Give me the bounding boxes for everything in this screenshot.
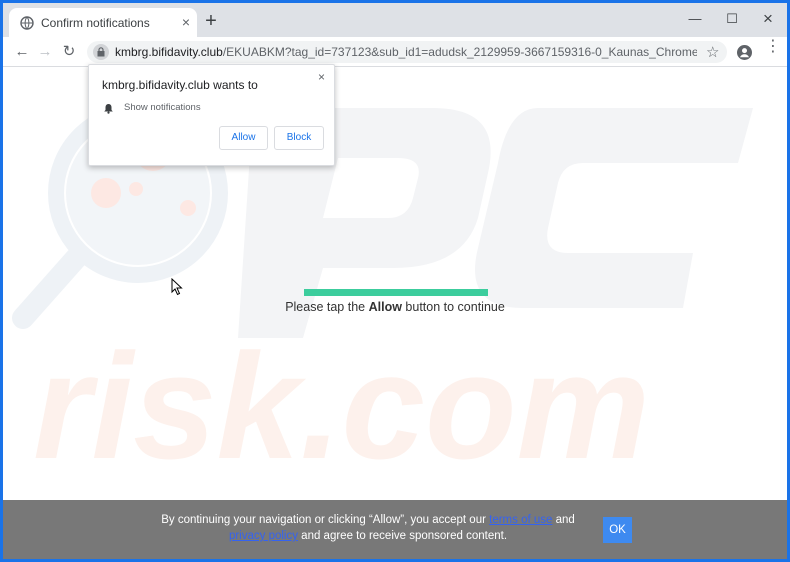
- banner-text-part1: By continuing your navigation or clickin…: [161, 514, 490, 526]
- maximize-button[interactable]: ☐: [721, 9, 743, 29]
- allow-button[interactable]: Allow: [219, 126, 268, 150]
- cursor-icon: [171, 278, 183, 296]
- msg-after: button to continue: [401, 300, 505, 314]
- profile-icon[interactable]: [737, 45, 752, 60]
- popup-title: kmbrg.bifidavity.club wants to: [102, 78, 258, 92]
- bookmark-star-icon[interactable]: ☆: [706, 43, 719, 61]
- msg-bold-allow: Allow: [368, 300, 402, 314]
- minimize-button[interactable]: —: [684, 9, 706, 29]
- banner-text-part2: and: [552, 514, 575, 526]
- url-path: /EKUABKM?tag_id=737123&sub_id1=adudsk_21…: [222, 45, 697, 59]
- progress-bar: [304, 289, 488, 296]
- url-host: kmbrg.bifidavity.club: [115, 45, 223, 59]
- msg-before: Please tap the: [285, 300, 369, 314]
- menu-icon[interactable]: ⋮: [765, 39, 781, 62]
- lock-icon[interactable]: [93, 44, 109, 60]
- permission-label: Show notifications: [124, 102, 201, 113]
- new-tab-button[interactable]: +: [202, 11, 220, 31]
- back-button[interactable]: ←: [13, 43, 31, 61]
- continue-message: Please tap the Allow button to continue: [203, 300, 587, 314]
- forward-button[interactable]: →: [36, 43, 54, 61]
- address-bar[interactable]: kmbrg.bifidavity.club/EKUABKM?tag_id=737…: [87, 41, 727, 63]
- notification-permission-popup: × kmbrg.bifidavity.club wants to Show no…: [88, 64, 335, 166]
- ok-button[interactable]: OK: [603, 517, 632, 543]
- browser-window: Confirm notifications × + — ☐ × ← → ↻ km…: [3, 3, 787, 559]
- url-text: kmbrg.bifidavity.club/EKUABKM?tag_id=737…: [115, 45, 697, 59]
- terms-of-use-link[interactable]: terms of use: [489, 514, 552, 526]
- consent-banner: By continuing your navigation or clickin…: [3, 500, 787, 559]
- banner-text-part3: and agree to receive sponsored content.: [297, 530, 508, 542]
- banner-text: By continuing your navigation or clickin…: [153, 512, 583, 544]
- bell-icon: [103, 101, 114, 114]
- watermark-text: risk.com: [33, 322, 650, 490]
- toolbar: ← → ↻ kmbrg.bifidavity.club/EKUABKM?tag_…: [3, 37, 787, 67]
- reload-button[interactable]: ↻: [60, 43, 78, 61]
- tab-title: Confirm notifications: [41, 16, 150, 30]
- tab-confirm-notifications[interactable]: Confirm notifications ×: [9, 8, 197, 37]
- tab-close-icon[interactable]: ×: [179, 15, 193, 29]
- tab-strip: Confirm notifications × + — ☐ ×: [3, 3, 787, 37]
- globe-icon: [20, 16, 34, 30]
- privacy-policy-link[interactable]: privacy policy: [229, 530, 298, 542]
- popup-close-icon[interactable]: ×: [318, 70, 325, 84]
- block-button[interactable]: Block: [274, 126, 324, 150]
- close-window-button[interactable]: ×: [757, 9, 779, 29]
